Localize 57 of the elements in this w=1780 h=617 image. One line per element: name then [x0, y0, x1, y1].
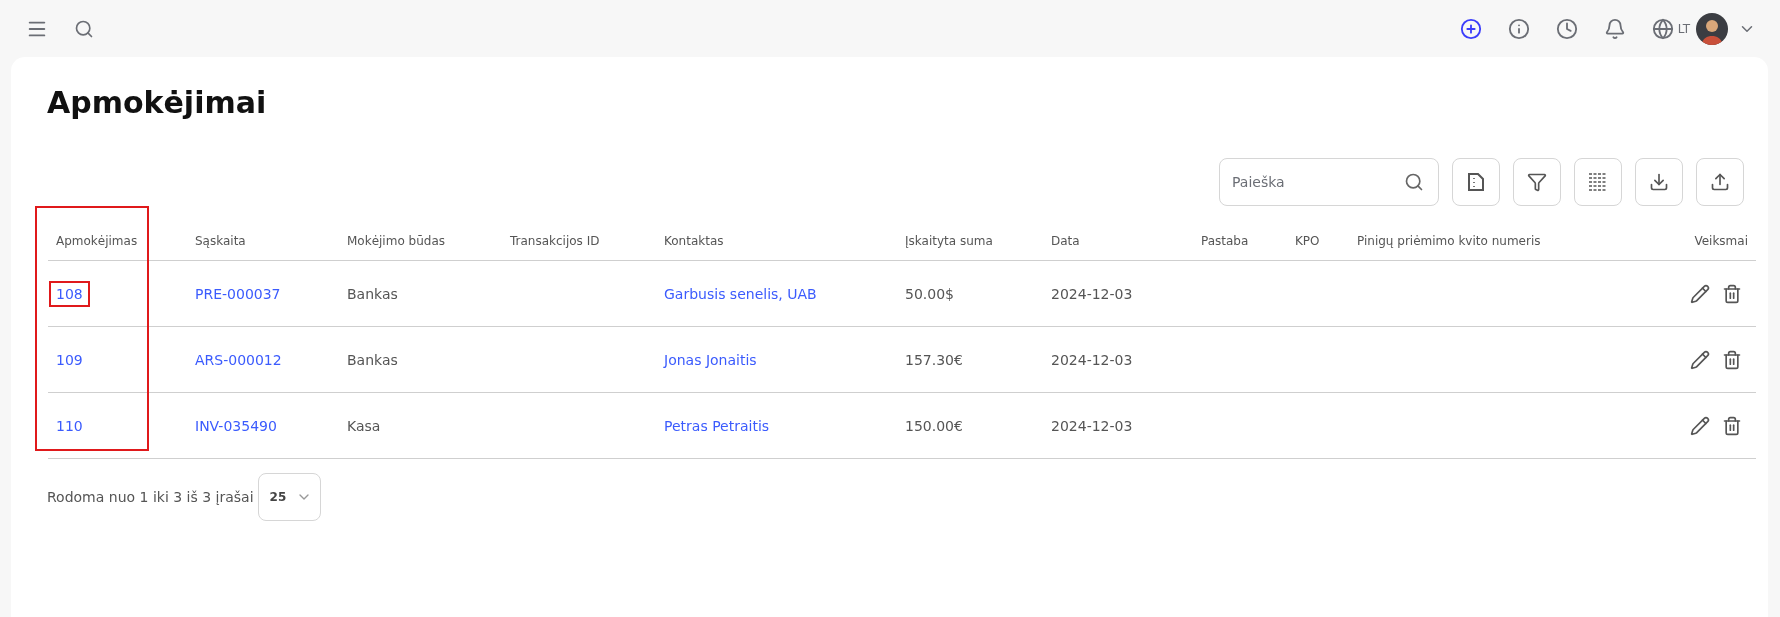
table-cell: Kasa [347, 417, 381, 434]
document-button[interactable] [1452, 158, 1500, 206]
contact-link[interactable]: Jonas Jonaitis [657, 346, 764, 373]
delete-icon[interactable] [1722, 349, 1742, 370]
edit-icon[interactable] [1690, 415, 1710, 436]
page-title: Apmokėjimai [47, 85, 268, 120]
column-header: Mokėjimo būdas [339, 214, 502, 261]
column-header: Įskaityta suma [897, 214, 1043, 261]
contact-link[interactable]: Garbusis senelis, UAB [657, 280, 824, 307]
table-cell: 2024-12-03 [1051, 417, 1133, 434]
column-header: Kontaktas [656, 214, 897, 261]
filter-icon [1527, 172, 1547, 192]
invoice-link[interactable]: INV-035490 [188, 412, 284, 439]
column-header: Apmokėjimas [48, 214, 187, 261]
edit-icon[interactable] [1690, 283, 1710, 304]
download-icon [1649, 172, 1669, 192]
clock-icon[interactable] [1555, 17, 1578, 40]
upload-icon [1710, 172, 1730, 192]
table-cell: 157.30€ [905, 351, 963, 368]
invoice-link[interactable]: ARS-000012 [188, 346, 289, 373]
delete-icon[interactable] [1722, 415, 1742, 436]
columns-button[interactable] [1574, 158, 1622, 206]
language-button[interactable]: LT [1651, 17, 1690, 40]
table-cell: 2024-12-03 [1051, 351, 1133, 368]
payment-link[interactable]: 108 [49, 280, 90, 307]
column-header: Data [1043, 214, 1193, 261]
download-button[interactable] [1635, 158, 1683, 206]
table-cell: 2024-12-03 [1051, 285, 1133, 302]
contact-link[interactable]: Petras Petraitis [657, 412, 777, 439]
column-header: Pinigų priėmimo kvito numeris [1349, 214, 1636, 261]
column-header: Pastaba [1193, 214, 1287, 261]
search-icon [1404, 172, 1424, 192]
pagination-summary: Rodoma nuo 1 iki 3 iš 3 įrašai [47, 489, 254, 505]
column-header: Sąskaita [187, 214, 339, 261]
search-icon[interactable] [74, 18, 94, 39]
filter-button[interactable] [1513, 158, 1561, 206]
bell-icon[interactable] [1603, 17, 1626, 40]
delete-icon[interactable] [1722, 283, 1742, 304]
document-icon [1466, 172, 1486, 192]
columns-icon [1588, 172, 1608, 192]
column-header: Veiksmai [1636, 214, 1756, 261]
column-header: KPO [1287, 214, 1349, 261]
invoice-link[interactable]: PRE-000037 [188, 280, 288, 307]
column-header: Transakcijos ID [502, 214, 656, 261]
payment-link[interactable]: 110 [49, 412, 90, 439]
add-icon[interactable] [1459, 17, 1482, 40]
avatar[interactable] [1696, 12, 1728, 45]
table-cell: Bankas [347, 351, 398, 368]
info-icon[interactable] [1507, 17, 1530, 40]
page-size-select[interactable]: 25 [257, 473, 321, 521]
table-cell: 50.00$ [905, 285, 954, 302]
upload-button[interactable] [1696, 158, 1744, 206]
search-box[interactable]: Paieška [1219, 158, 1439, 206]
table-cell: 150.00€ [905, 417, 963, 434]
table-cell: Bankas [347, 285, 398, 302]
edit-icon[interactable] [1690, 349, 1710, 370]
payment-link[interactable]: 109 [49, 346, 90, 373]
